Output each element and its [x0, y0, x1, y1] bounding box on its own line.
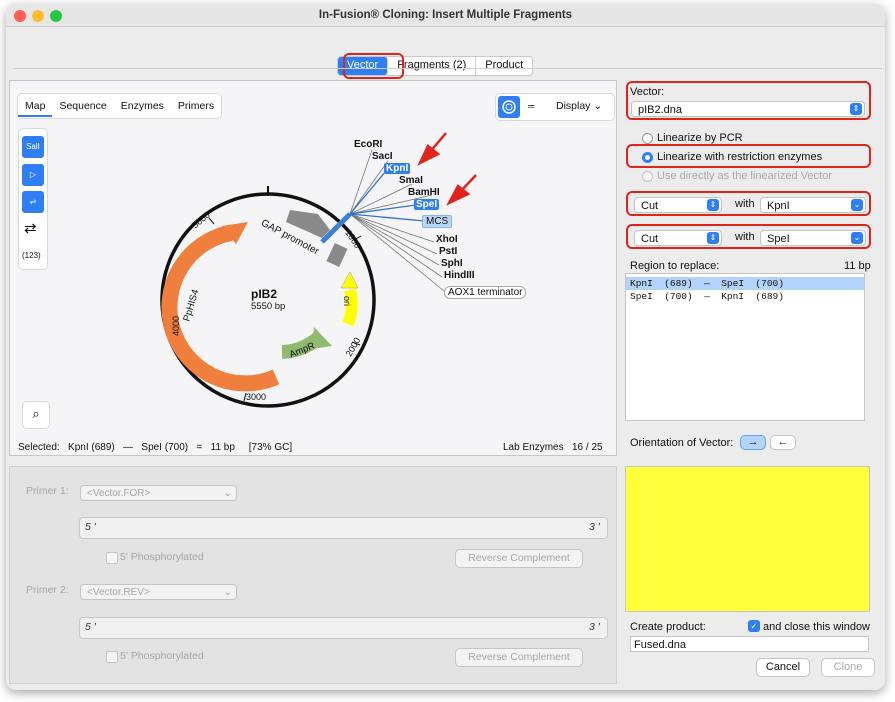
primer1-reverse-complement-button[interactable]: Reverse Complement: [455, 549, 583, 568]
site-saci[interactable]: SacI: [372, 151, 393, 162]
radio-linearize-pcr[interactable]: [642, 133, 653, 144]
lab-enzymes-label: Lab Enzymes: [503, 442, 564, 453]
product-filename-input[interactable]: Fused.dna: [630, 636, 869, 652]
plasmid-name: pIB2: [251, 287, 278, 301]
primer2-sequence-field[interactable]: [79, 617, 608, 639]
list-item[interactable]: KpnI (689) — SpeI (700): [626, 277, 864, 290]
highlight-cut1: [626, 191, 871, 216]
site-sphi[interactable]: SphI: [441, 258, 463, 269]
use-directly-label: Use directly as the linearized Vector: [657, 170, 832, 182]
mcs-label[interactable]: MCS: [422, 215, 453, 228]
primer1-phos-checkbox[interactable]: [106, 552, 118, 564]
site-spei[interactable]: SpeI: [414, 199, 440, 210]
site-psti[interactable]: PstI: [439, 246, 457, 257]
primer1-three-prime: 3 ': [589, 521, 600, 533]
orientation-reverse-button[interactable]: ←: [770, 435, 796, 450]
primer2-phos-checkbox[interactable]: [106, 651, 118, 663]
radio-use-directly[interactable]: [642, 171, 653, 182]
primer2-phos-label: 5' Phosphorylated: [120, 650, 204, 662]
selection-text: Selected: KpnI (689) — SpeI (700) = 11 b…: [18, 442, 293, 453]
clone-button[interactable]: Clone: [821, 658, 875, 677]
primer2-select[interactable]: <Vector.REV> ⌄: [80, 584, 237, 600]
site-kpni[interactable]: KpnI: [384, 163, 411, 174]
orientation-label: Orientation of Vector:: [630, 437, 734, 449]
cancel-button[interactable]: Cancel: [756, 658, 810, 677]
region-size: 11 bp: [844, 260, 871, 272]
ori-label: ori: [342, 295, 353, 307]
highlight-linearize-enzymes: [626, 144, 871, 168]
site-smai[interactable]: SmaI: [399, 175, 423, 186]
primer2-five-prime: 5 ': [85, 621, 96, 633]
enzyme-count: 16 / 25: [572, 442, 603, 453]
site-xhoi[interactable]: XhoI: [436, 234, 458, 245]
linearize-pcr-label: Linearize by PCR: [657, 132, 743, 144]
create-product-label: Create product:: [630, 621, 706, 633]
primer1-label: Primer 1:: [26, 485, 69, 497]
highlight-vector: [626, 81, 871, 120]
primer1-value: <Vector.FOR>: [87, 488, 151, 499]
aox1-terminator-label[interactable]: AOX1 terminator: [444, 286, 527, 299]
primer1-select[interactable]: <Vector.FOR> ⌄: [80, 485, 237, 501]
plasmid-length: 5550 bp: [251, 301, 286, 312]
primer2-label: Primer 2:: [26, 584, 69, 596]
tick-3000: 3000: [246, 392, 267, 402]
primer2-three-prime: 3 ': [589, 621, 600, 633]
product-preview: [625, 466, 870, 612]
list-item[interactable]: SpeI (700) — KpnI (689): [626, 290, 864, 303]
close-window-checkbox[interactable]: ✓: [748, 620, 760, 632]
chevron-down-icon: ⌄: [223, 488, 232, 499]
primer1-phos-label: 5' Phosphorylated: [120, 551, 204, 563]
primer1-five-prime: 5 ': [85, 521, 96, 533]
close-window-label: and close this window: [763, 621, 871, 633]
site-hindiii[interactable]: HindIII: [444, 270, 475, 281]
chevron-down-icon: ⌄: [223, 587, 232, 598]
tick-4000: 4000: [171, 315, 182, 337]
primer2-reverse-complement-button[interactable]: Reverse Complement: [455, 648, 583, 667]
selection-status: Selected: KpnI (689) — SpeI (700) = 11 b…: [18, 442, 292, 453]
region-label: Region to replace:: [630, 260, 720, 272]
orientation-forward-button[interactable]: →: [740, 435, 766, 450]
primer2-value: <Vector.REV>: [87, 587, 150, 598]
primer1-sequence-field[interactable]: [79, 517, 608, 539]
region-list: KpnI (689) — SpeI (700) SpeI (700) — Kpn…: [625, 273, 865, 421]
highlight-cut2: [626, 224, 871, 249]
site-bamhi[interactable]: BamHI: [408, 187, 440, 198]
site-ecori[interactable]: EcoRI: [354, 139, 382, 150]
